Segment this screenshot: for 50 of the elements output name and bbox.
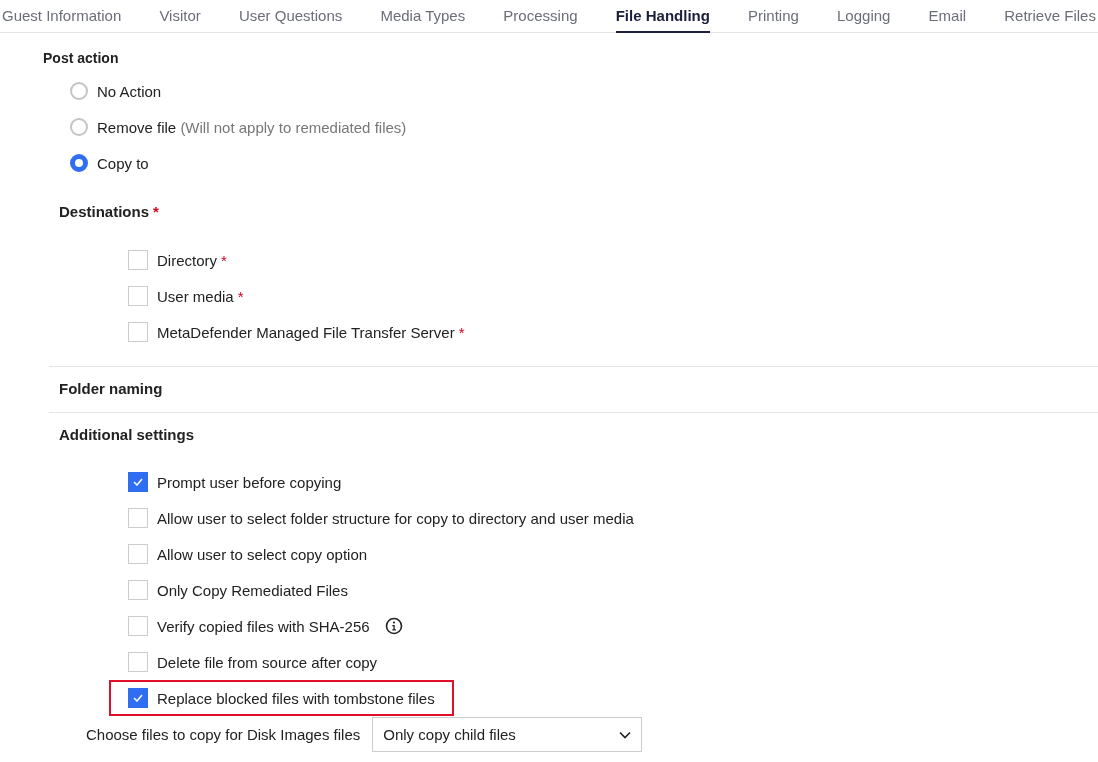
tab[interactable]: Retrieve Files (1004, 0, 1096, 33)
checkbox-label: Replace blocked files with tombstone files (157, 689, 435, 707)
tab[interactable]: File Handling (615, 0, 710, 33)
checkbox[interactable] (128, 580, 148, 600)
checkbox-label: Delete file from source after copy (157, 653, 378, 671)
option-label: Copy to (97, 154, 149, 172)
checkbox[interactable] (128, 544, 148, 564)
required-mark: * (458, 323, 465, 341)
tab[interactable]: Printing (748, 0, 799, 33)
checkbox-label: Prompt user before copying (157, 473, 342, 491)
section-title: Additional settings (59, 426, 195, 443)
tab[interactable]: Media Types (380, 0, 466, 33)
checkbox-label: Allow user to select copy option (157, 545, 368, 563)
required-mark: * (221, 251, 227, 269)
tab[interactable]: Processing (503, 0, 578, 33)
info-icon[interactable] (384, 617, 403, 635)
checkbox-label: MetaDefender Managed File Transfer Server (157, 323, 455, 341)
checkbox[interactable] (128, 616, 148, 636)
tab[interactable]: Visitor (159, 0, 201, 33)
checkbox-label: Verify copied files with SHA-256 (157, 617, 370, 635)
field-label: Choose files to copy for Disk Images files (86, 726, 361, 743)
checkbox-label: User media (157, 287, 234, 305)
radio-button[interactable] (70, 154, 88, 172)
section-title: Destinations (59, 203, 149, 220)
option-label: Remove file (Will not apply to remediated files) (97, 118, 407, 136)
tab[interactable]: Logging (837, 0, 891, 33)
checkbox[interactable] (128, 652, 148, 672)
checkbox[interactable] (128, 322, 148, 342)
tab[interactable]: Email (928, 0, 967, 33)
checkbox[interactable] (128, 250, 148, 270)
checkbox-label: Allow user to select folder structure for copy to directory and user media (157, 509, 634, 527)
checkbox[interactable] (128, 472, 148, 492)
option-label: No Action (97, 82, 162, 100)
section-title: Folder naming (59, 380, 164, 397)
checkbox[interactable] (128, 508, 148, 528)
radio-button[interactable] (70, 82, 88, 100)
required-mark: * (153, 203, 159, 220)
dropdown[interactable]: Only copy child files (372, 717, 643, 752)
check-icon (133, 478, 143, 486)
checkbox[interactable] (128, 286, 148, 306)
checkbox-label: Only Copy Remediated Files (157, 581, 348, 599)
radio-button[interactable] (70, 118, 88, 136)
tab[interactable]: Guest Information (2, 0, 122, 33)
section-title: Post action (43, 50, 120, 66)
checkbox[interactable] (128, 688, 148, 708)
tab[interactable]: User Questions (238, 0, 343, 33)
chevron-down-icon (619, 730, 632, 739)
checkbox-label: Directory (157, 251, 217, 269)
required-mark: * (237, 287, 244, 305)
check-icon (133, 694, 143, 702)
